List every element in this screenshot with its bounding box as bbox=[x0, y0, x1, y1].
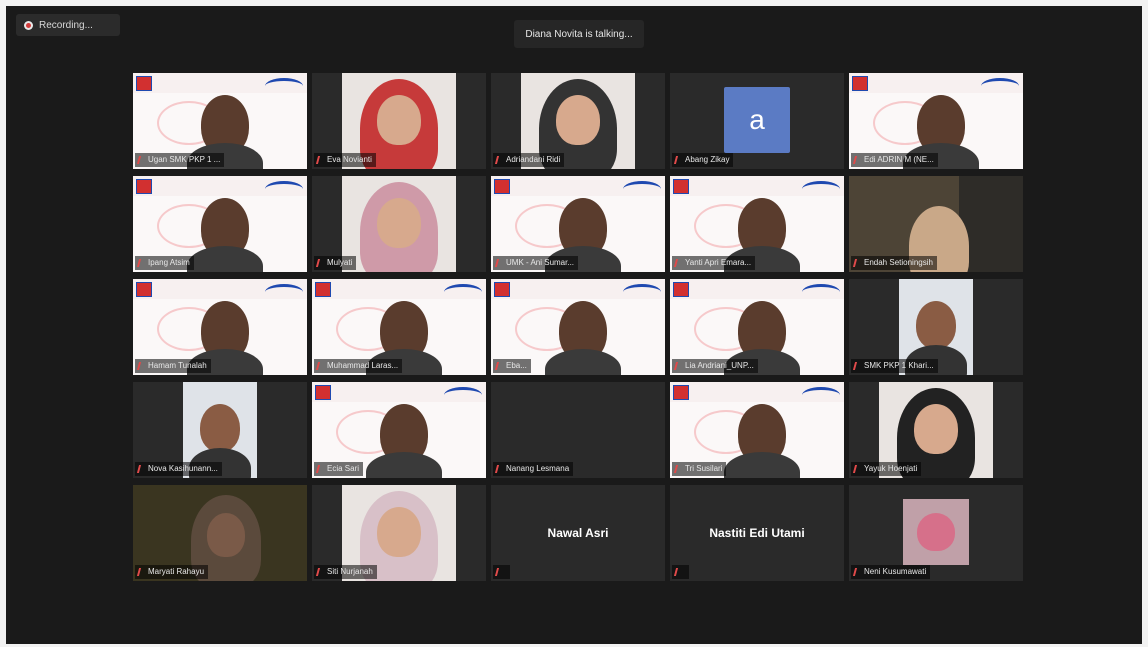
participant-name-label: Mulyati bbox=[314, 256, 357, 270]
participant-tile[interactable]: Nawal Asri bbox=[491, 485, 665, 581]
video-feed bbox=[342, 176, 456, 272]
participant-tile[interactable]: Ipang Atsim bbox=[133, 176, 307, 272]
wave-logo-icon bbox=[802, 387, 840, 403]
institution-logo-icon bbox=[136, 76, 152, 91]
participant-name-label: Siti Nurjanah bbox=[314, 565, 377, 579]
flower-avatar bbox=[917, 513, 955, 551]
institution-logo-icon bbox=[494, 282, 510, 297]
institution-logo-icon bbox=[315, 385, 331, 400]
participant-name-label: Ipang Atsim bbox=[135, 256, 194, 270]
participant-display-name: Nastiti Edi Utami bbox=[709, 526, 805, 540]
participant-tile[interactable]: Yanti Apri Emara... bbox=[670, 176, 844, 272]
participant-tile[interactable]: Muhammad Laras... bbox=[312, 279, 486, 375]
active-speaker-banner: Diana Novita is talking... bbox=[514, 20, 644, 48]
participant-tile[interactable]: Eva Novianti bbox=[312, 73, 486, 169]
participant-name-label: Maryati Rahayu bbox=[135, 565, 209, 579]
institution-logo-icon bbox=[315, 282, 331, 297]
recording-label: Recording... bbox=[39, 19, 93, 31]
participant-name-label: Abang Zikay bbox=[672, 153, 734, 167]
wave-logo-icon bbox=[265, 78, 303, 94]
institution-logo-icon bbox=[136, 282, 152, 297]
institution-logo-icon bbox=[673, 385, 689, 400]
participant-tile[interactable]: Yayuk Hoenjati bbox=[849, 382, 1023, 478]
participant-name-label bbox=[493, 565, 510, 579]
participant-tile[interactable]: Ecia Sari bbox=[312, 382, 486, 478]
video-feed bbox=[903, 499, 969, 565]
participant-name-label bbox=[672, 565, 689, 579]
wave-logo-icon bbox=[802, 181, 840, 197]
participant-tile[interactable]: Nova Kasihunann... bbox=[133, 382, 307, 478]
participant-face bbox=[556, 95, 600, 145]
institution-logo-icon bbox=[136, 179, 152, 194]
participant-tile[interactable]: Ugan SMK PKP 1 ... bbox=[133, 73, 307, 169]
participant-name-label: Ugan SMK PKP 1 ... bbox=[135, 153, 225, 167]
wave-logo-icon bbox=[802, 284, 840, 300]
participant-body bbox=[187, 246, 263, 272]
participant-name-label: Eba... bbox=[493, 359, 531, 373]
meeting-stage: Recording... Diana Novita is talking... … bbox=[6, 6, 1142, 644]
participant-name-label: UMK - Ani Sumar... bbox=[493, 256, 579, 270]
participant-tile[interactable]: Mulyati bbox=[312, 176, 486, 272]
participant-tile[interactable]: Hamam Tunalah bbox=[133, 279, 307, 375]
participant-name-label: Nova Kasihunann... bbox=[135, 462, 222, 476]
wave-logo-icon bbox=[623, 181, 661, 197]
institution-logo-icon bbox=[673, 282, 689, 297]
participant-tile[interactable]: Adriandani Ridi bbox=[491, 73, 665, 169]
participant-name-label: Endah Setioningsih bbox=[851, 256, 937, 270]
participant-name-label: Eva Novianti bbox=[314, 153, 376, 167]
participant-tile[interactable]: Lia Andriani_UNP... bbox=[670, 279, 844, 375]
participant-face bbox=[207, 513, 245, 557]
participant-name-label: Edi ADRIN M (NE... bbox=[851, 153, 938, 167]
participant-name-label: Yanti Apri Emara... bbox=[672, 256, 756, 270]
participant-tile[interactable]: Nanang Lesmana bbox=[491, 382, 665, 478]
record-icon bbox=[24, 20, 33, 30]
participant-tile[interactable]: Edi ADRIN M (NE... bbox=[849, 73, 1023, 169]
participant-name-label: Hamam Tunalah bbox=[135, 359, 211, 373]
participant-tile[interactable]: Neni Kusumawati bbox=[849, 485, 1023, 581]
wave-logo-icon bbox=[265, 181, 303, 197]
participant-tile[interactable]: a Abang Zikay bbox=[670, 73, 844, 169]
participant-face bbox=[200, 404, 240, 452]
active-speaker-text: Diana Novita is talking... bbox=[525, 28, 633, 40]
avatar: a bbox=[724, 87, 790, 153]
wave-logo-icon bbox=[265, 284, 303, 300]
participant-tile[interactable]: Eba... bbox=[491, 279, 665, 375]
participant-name-label: Tri Susilari bbox=[672, 462, 727, 476]
participant-name-label: Muhammad Laras... bbox=[314, 359, 403, 373]
institution-logo-icon bbox=[852, 76, 868, 91]
participant-body bbox=[366, 452, 442, 478]
wave-logo-icon bbox=[444, 284, 482, 300]
institution-logo-icon bbox=[673, 179, 689, 194]
participant-face bbox=[377, 198, 421, 248]
participant-tile[interactable]: Nastiti Edi Utami bbox=[670, 485, 844, 581]
participant-name-label: Lia Andriani_UNP... bbox=[672, 359, 758, 373]
participant-tile[interactable]: UMK - Ani Sumar... bbox=[491, 176, 665, 272]
participant-face bbox=[377, 507, 421, 557]
participant-face bbox=[377, 95, 421, 145]
participant-tile[interactable]: Siti Nurjanah bbox=[312, 485, 486, 581]
wave-logo-icon bbox=[444, 387, 482, 403]
participant-display-name: Nawal Asri bbox=[547, 526, 609, 540]
participant-name-label: SMK PKP 1 Khari... bbox=[851, 359, 938, 373]
participant-body bbox=[545, 349, 621, 375]
participant-name-label: Neni Kusumawati bbox=[851, 565, 931, 579]
participant-tile[interactable]: Tri Susilari bbox=[670, 382, 844, 478]
recording-indicator[interactable]: Recording... bbox=[16, 14, 120, 36]
participant-name-label: Nanang Lesmana bbox=[493, 462, 574, 476]
wave-logo-icon bbox=[623, 284, 661, 300]
participant-name-label: Yayuk Hoenjati bbox=[851, 462, 922, 476]
participant-name-label: Ecia Sari bbox=[314, 462, 364, 476]
participant-face bbox=[914, 404, 958, 454]
institution-logo-icon bbox=[494, 179, 510, 194]
participant-body bbox=[724, 452, 800, 478]
participant-tile[interactable]: Maryati Rahayu bbox=[133, 485, 307, 581]
wave-logo-icon bbox=[981, 78, 1019, 94]
participant-name-label: Adriandani Ridi bbox=[493, 153, 565, 167]
participant-tile[interactable]: Endah Setioningsih bbox=[849, 176, 1023, 272]
participant-tile[interactable]: SMK PKP 1 Khari... bbox=[849, 279, 1023, 375]
participant-face bbox=[916, 301, 956, 349]
